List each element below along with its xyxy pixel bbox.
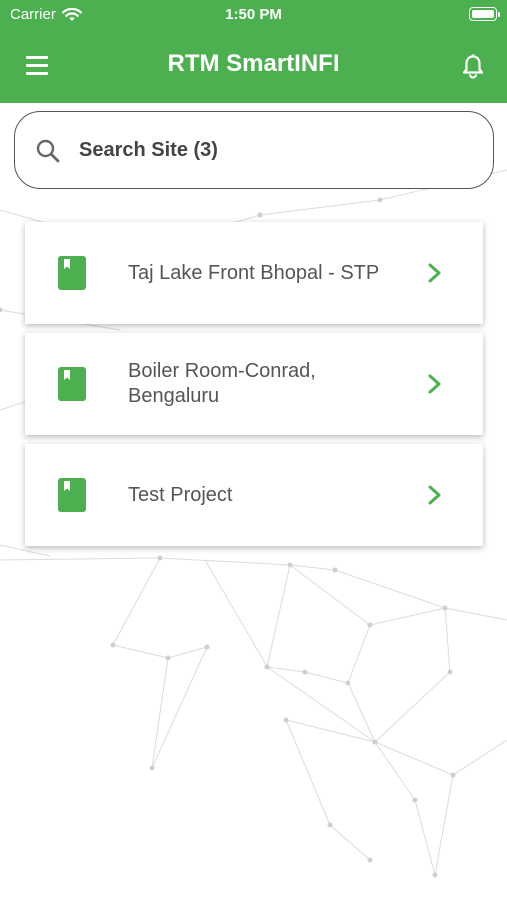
- notification-bell-icon[interactable]: [459, 52, 487, 80]
- search-icon: [36, 139, 60, 163]
- chevron-right-icon: [428, 263, 441, 283]
- search-input[interactable]: [79, 134, 459, 166]
- site-list-item[interactable]: Boiler Room-Conrad, Bengaluru: [25, 333, 483, 435]
- site-name: Boiler Room-Conrad, Bengaluru: [128, 360, 316, 407]
- search-bar[interactable]: [14, 111, 494, 189]
- chevron-right-icon: [428, 374, 441, 394]
- battery-icon: [469, 7, 500, 21]
- status-time: 1:50 PM: [225, 6, 282, 23]
- book-icon: [58, 256, 86, 290]
- status-bar: Carrier 1:50 PM: [0, 0, 507, 30]
- book-icon: [58, 478, 86, 512]
- site-name: Taj Lake Front Bhopal - STP: [128, 261, 380, 284]
- page-title: RTM SmartINFI: [167, 50, 340, 77]
- site-list: Taj Lake Front Bhopal - STP Boiler Room-…: [25, 222, 483, 555]
- app-header: Carrier 1:50 PM RTM SmartINFI: [0, 0, 507, 103]
- site-name: Test Project: [128, 483, 233, 506]
- site-list-item[interactable]: Test Project: [25, 444, 483, 546]
- book-icon: [58, 367, 86, 401]
- site-list-item[interactable]: Taj Lake Front Bhopal - STP: [25, 222, 483, 324]
- chevron-right-icon: [428, 485, 441, 505]
